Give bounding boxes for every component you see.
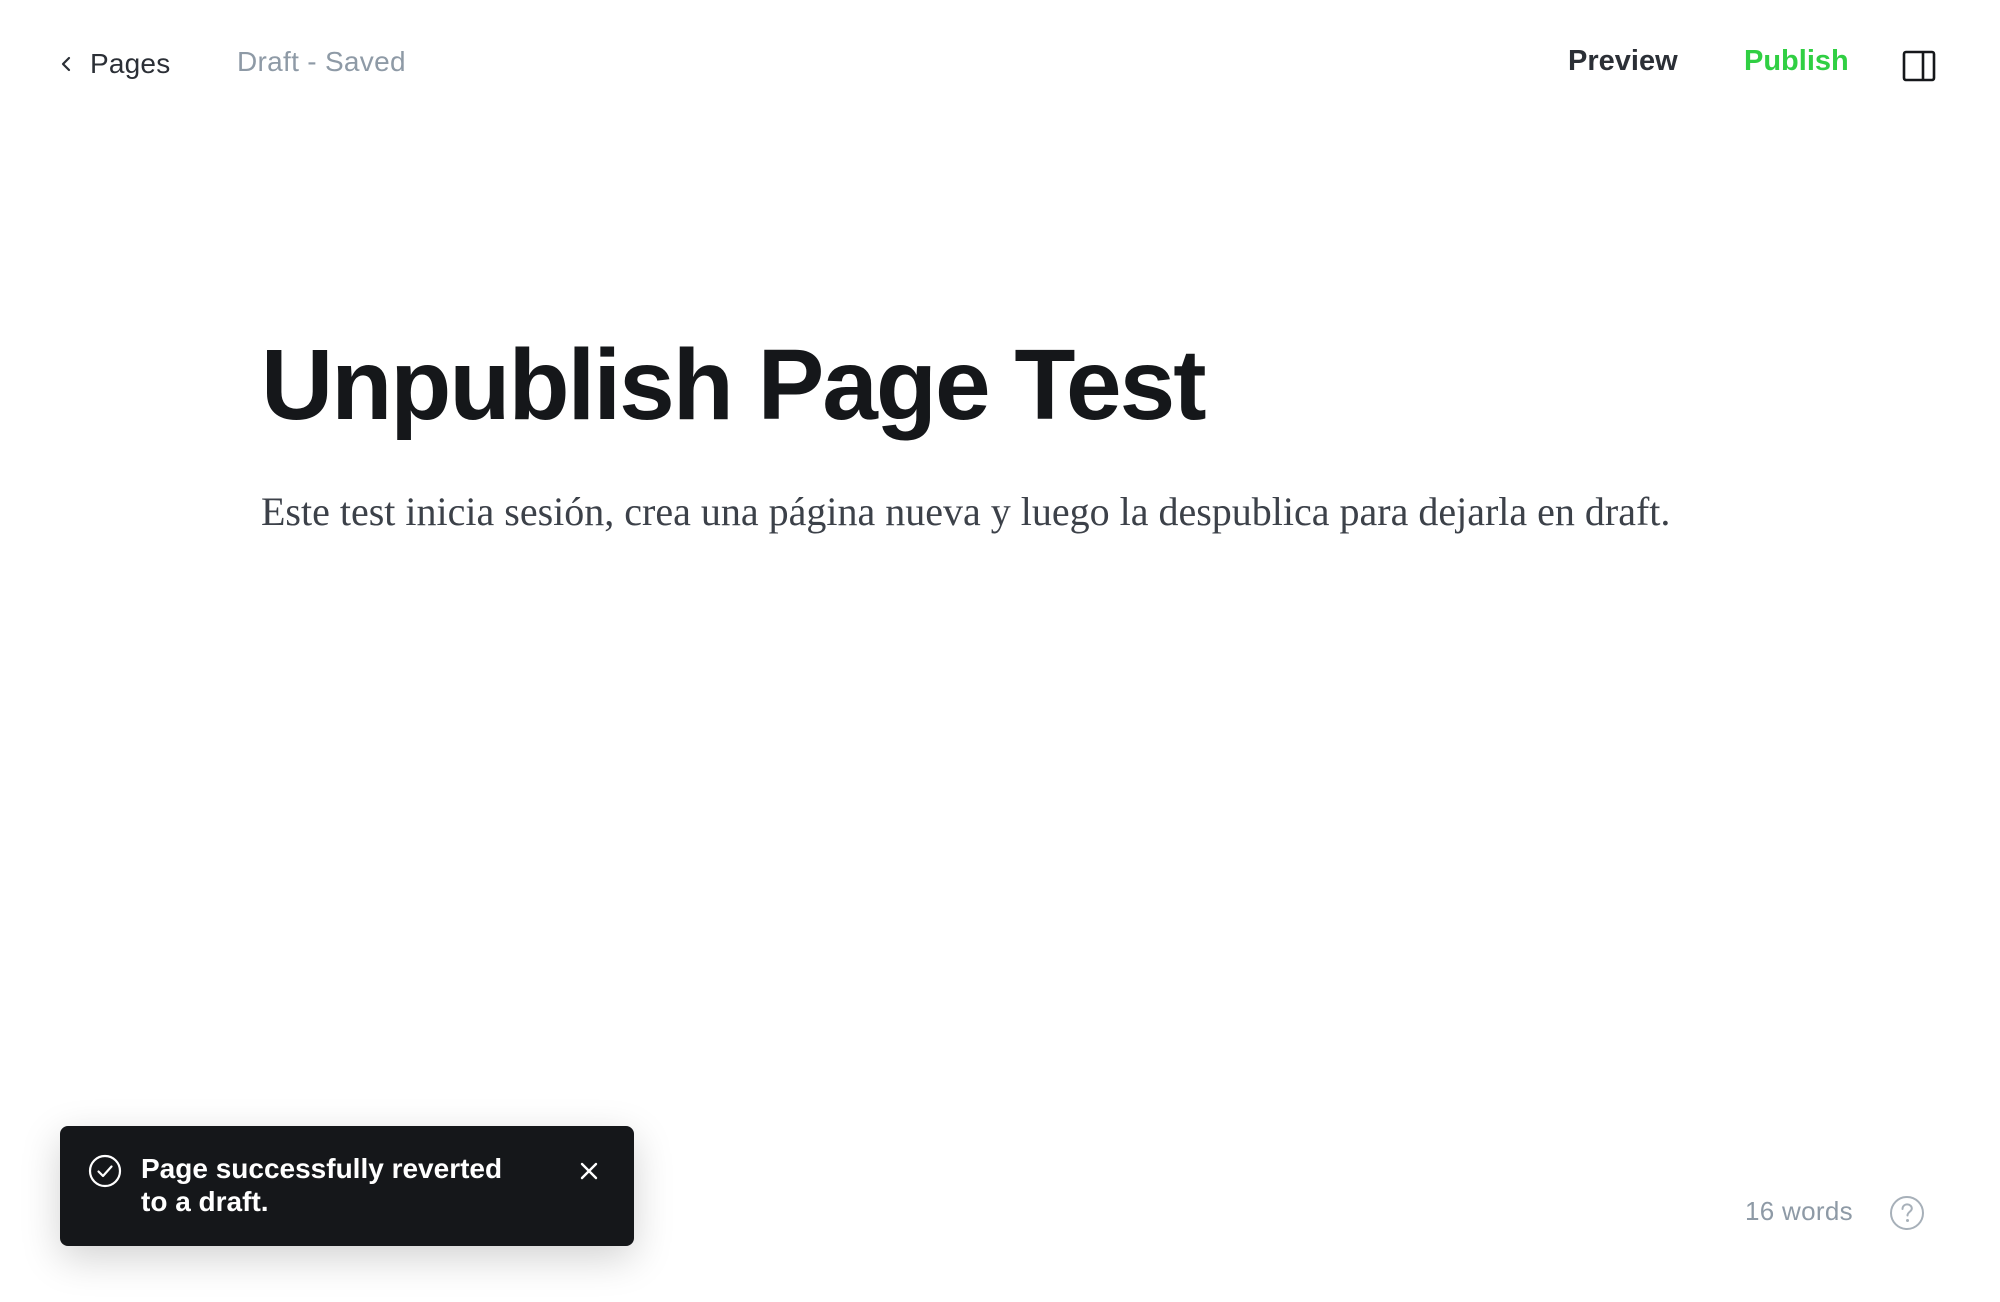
word-count: 16 words xyxy=(1745,1196,1853,1226)
notification-toast: Page successfully reverted to a draft. xyxy=(60,1126,634,1246)
post-body[interactable]: Este test inicia sesión, crea una página… xyxy=(261,480,1761,544)
sidebar-panel-icon[interactable] xyxy=(1902,50,1936,82)
preview-button[interactable]: Preview xyxy=(1568,45,1678,78)
save-status: Draft - Saved xyxy=(237,46,406,77)
close-icon[interactable] xyxy=(576,1158,602,1184)
back-to-pages-link[interactable]: Pages xyxy=(56,44,170,84)
editor-header: Pages Draft - Saved Preview Publish xyxy=(0,0,2000,130)
check-circle-icon xyxy=(88,1154,122,1188)
question-circle-icon[interactable] xyxy=(1889,1195,1925,1231)
editor-page: Pages Draft - Saved Preview Publish Unpu… xyxy=(0,0,2000,1302)
toast-message: Page successfully reverted to a draft. xyxy=(141,1153,503,1217)
chevron-left-icon xyxy=(61,56,71,72)
post-title[interactable]: Unpublish Page Test xyxy=(261,330,1761,440)
back-label: Pages xyxy=(90,48,171,79)
publish-button[interactable]: Publish xyxy=(1744,45,1849,78)
